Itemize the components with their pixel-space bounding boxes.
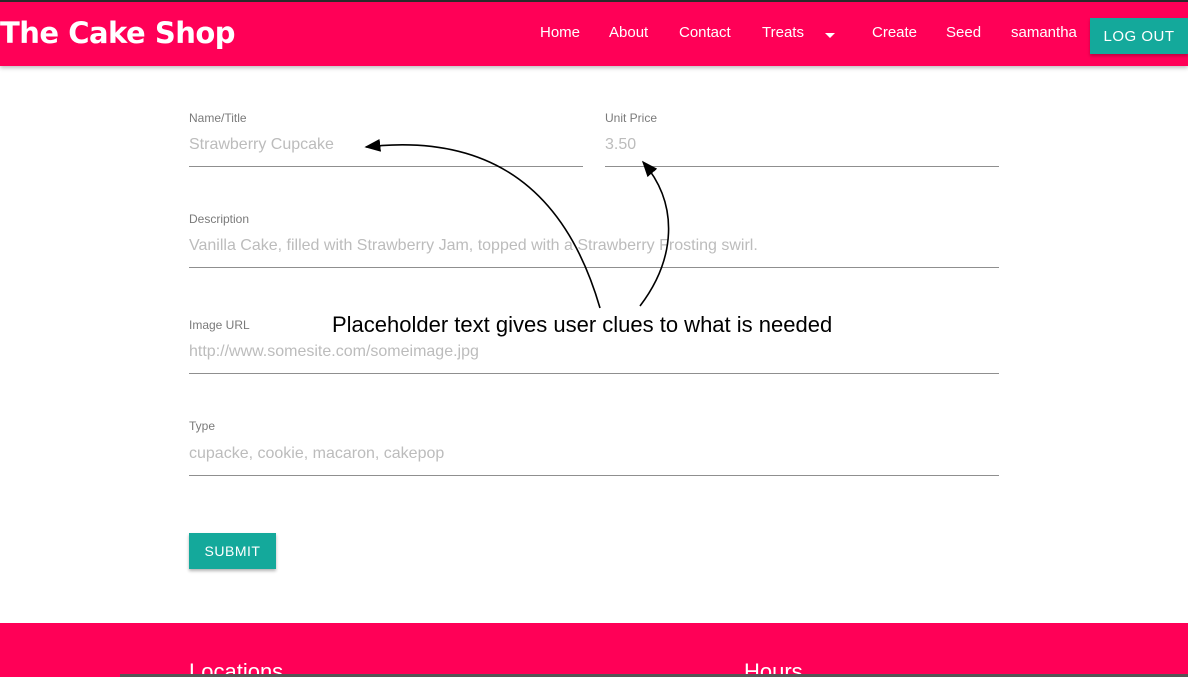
chevron-down-icon[interactable]	[825, 33, 835, 38]
nav-treats[interactable]: Treats	[762, 24, 804, 41]
submit-button[interactable]: SUBMIT	[189, 533, 276, 569]
description-input[interactable]	[189, 234, 999, 268]
price-input[interactable]	[605, 133, 999, 167]
navbar: The Cake Shop Home About Contact Treats …	[0, 0, 1188, 66]
nav-about[interactable]: About	[609, 24, 648, 41]
footer-locations-heading: Locations	[189, 659, 284, 684]
price-label: Unit Price	[605, 111, 658, 125]
nav-user[interactable]: samantha	[1011, 24, 1077, 41]
nav-seed[interactable]: Seed	[946, 24, 981, 41]
image-url-input[interactable]	[189, 340, 999, 374]
image-url-label: Image URL	[189, 318, 250, 332]
brand-logo[interactable]: The Cake Shop	[0, 16, 236, 50]
arrow-icon	[364, 138, 670, 309]
logout-button[interactable]: LOG OUT	[1090, 18, 1188, 54]
nav-contact[interactable]: Contact	[679, 24, 731, 41]
type-label: Type	[189, 419, 216, 433]
nav-create[interactable]: Create	[872, 24, 917, 41]
footer: Locations Hours	[0, 623, 1188, 684]
annotation-callout: Placeholder text gives user clues to wha…	[332, 312, 833, 337]
description-label: Description	[189, 212, 250, 226]
name-input[interactable]	[189, 133, 583, 167]
type-input[interactable]	[189, 442, 999, 476]
name-label: Name/Title	[189, 111, 247, 125]
nav-home[interactable]: Home	[540, 24, 580, 41]
footer-hours-heading: Hours	[744, 659, 803, 684]
